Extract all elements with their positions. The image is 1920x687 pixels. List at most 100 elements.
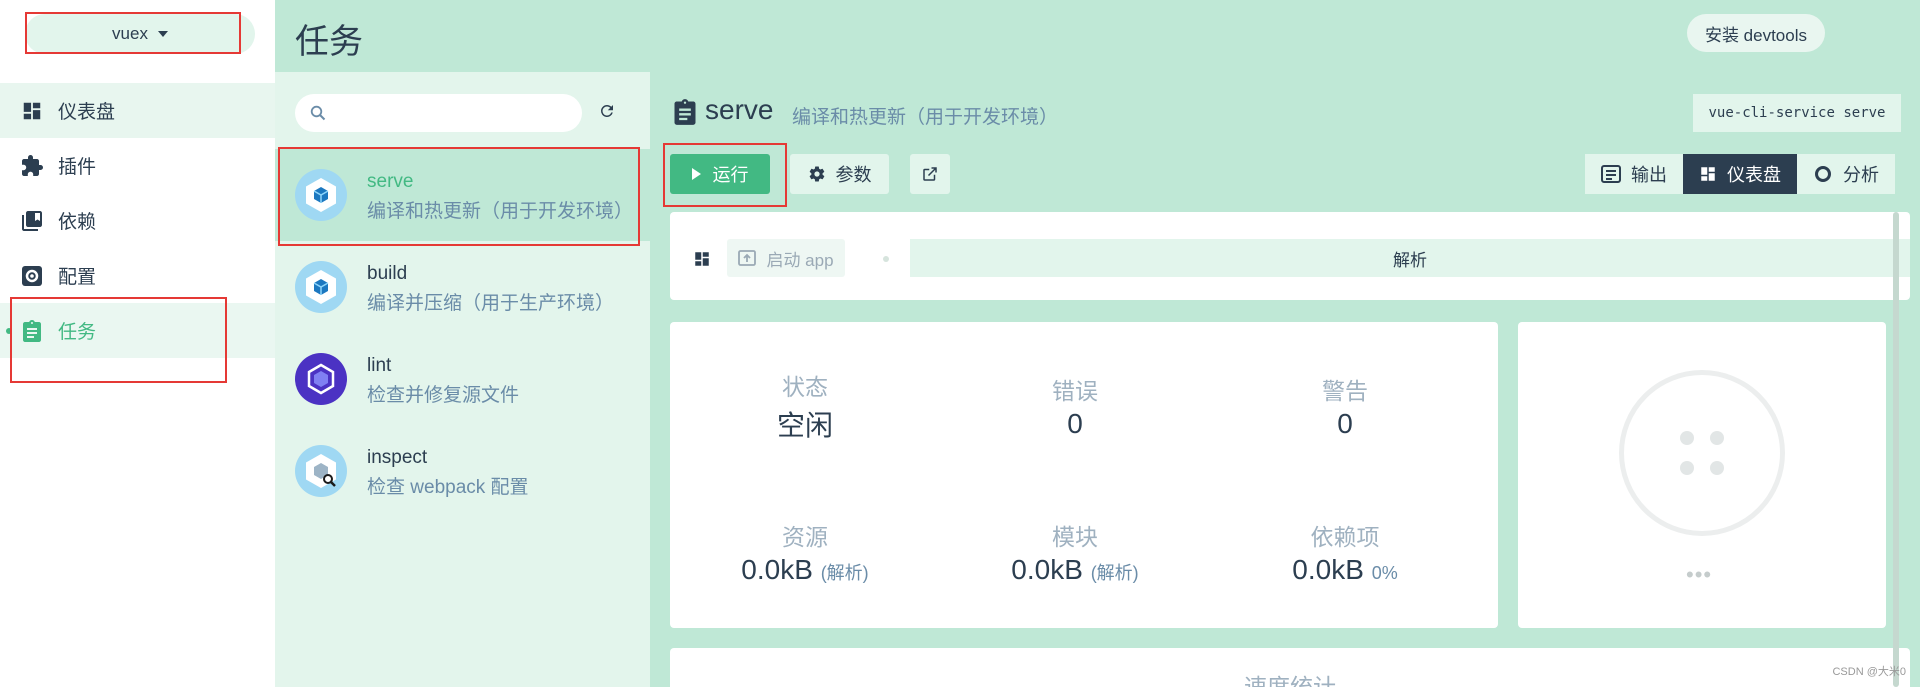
stat-value: 0.0kB (解析): [685, 554, 925, 586]
task-name: serve: [367, 171, 414, 192]
status-dot: [1680, 461, 1694, 475]
deps-percent: 0%: [1371, 563, 1398, 583]
nav-item-config[interactable]: 配置: [0, 248, 275, 303]
stat-errors: 错误 0: [955, 372, 1195, 440]
parameters-button[interactable]: 参数: [790, 154, 889, 194]
terminal-icon: [1601, 165, 1621, 183]
task-detail-panel: serve 编译和热更新（用于开发环境） vue-cli-service ser…: [650, 72, 1920, 687]
task-description: 检查并修复源文件: [367, 385, 520, 406]
stats-card: 状态 空闲 错误 0 警告 0 资源 0.0kB (解析) 模块 0.0kB (…: [670, 322, 1498, 628]
stat-label: 错误: [1052, 378, 1098, 404]
dashboard-icon: [20, 99, 44, 123]
webpack-logo-icon: [295, 261, 347, 313]
stat-assets: 资源 0.0kB (解析): [685, 518, 925, 586]
scrollbar[interactable]: [1893, 212, 1899, 687]
sidebar: vuex 仪表盘 插件 依赖 配置 任务: [0, 0, 275, 687]
start-app-label: 启动 app: [766, 250, 834, 270]
library-icon: [20, 209, 44, 233]
refresh-icon[interactable]: [598, 102, 616, 125]
tab-label: 仪表盘: [1727, 165, 1781, 185]
command-display: vue-cli-service serve: [1693, 94, 1901, 132]
separator-dot: [883, 256, 889, 262]
tab-analyzer[interactable]: 分析: [1797, 154, 1895, 194]
task-list-panel: serve 编译和热更新（用于开发环境） build 编译并压缩（用于生产环境）…: [275, 72, 650, 687]
task-item-lint[interactable]: lint 检查并修复源文件: [275, 333, 650, 425]
assets-size: 0.0kB: [741, 554, 813, 585]
puzzle-icon: [20, 154, 44, 178]
task-description: 编译并压缩（用于生产环境）: [367, 293, 615, 314]
task-item-build[interactable]: build 编译并压缩（用于生产环境）: [275, 241, 650, 333]
clipboard-icon: [20, 319, 44, 343]
assets-unit: (解析): [820, 563, 869, 583]
status-dot: [1710, 461, 1724, 475]
deps-size: 0.0kB: [1292, 554, 1364, 585]
dashboard-icon: [1699, 165, 1717, 183]
stat-label: 状态: [782, 374, 828, 400]
dashboard-toolbar-card: 启动 app 解析: [670, 212, 1910, 300]
tab-output[interactable]: 输出: [1585, 154, 1683, 194]
task-name: inspect: [367, 447, 428, 468]
webpack-logo-icon: [295, 169, 347, 221]
stat-label: 资源: [782, 524, 828, 550]
task-item-inspect[interactable]: inspect 检查 webpack 配置: [275, 425, 650, 517]
task-name: build: [367, 263, 408, 284]
task-name: lint: [367, 355, 392, 376]
gear-icon: [808, 165, 826, 183]
task-subtitle: 编译和热更新（用于开发环境）: [792, 107, 1059, 128]
nav-item-tasks[interactable]: 任务: [0, 303, 275, 358]
project-name: vuex: [112, 24, 148, 43]
stat-label: 模块: [1052, 524, 1098, 550]
page-title: 任务: [295, 23, 363, 61]
modules-size: 0.0kB: [1011, 554, 1083, 585]
install-devtools-button[interactable]: 安装 devtools: [1686, 14, 1825, 52]
top-header: 任务 安装 devtools: [275, 0, 1920, 72]
tab-dashboard[interactable]: 仪表盘: [1683, 154, 1797, 194]
speed-stats-title: 速度统计: [1244, 674, 1336, 687]
stat-label: 依赖项: [1310, 524, 1380, 550]
search-input[interactable]: [295, 94, 582, 132]
play-icon: [691, 168, 701, 180]
status-dot: [1680, 431, 1694, 445]
gear-icon: [20, 264, 44, 288]
nav-label: 插件: [58, 157, 97, 178]
tab-label: 输出: [1631, 165, 1667, 185]
nav-item-plugins[interactable]: 插件: [0, 138, 275, 193]
idle-status-icon: [1619, 370, 1785, 536]
run-button[interactable]: 运行: [670, 154, 770, 194]
nav-label: 仪表盘: [58, 102, 116, 123]
stat-warnings: 警告 0: [1225, 372, 1465, 440]
task-description: 编译和热更新（用于开发环境）: [367, 201, 634, 222]
stat-value: 0: [1067, 408, 1083, 439]
nav-item-dashboard[interactable]: 仪表盘: [0, 83, 275, 138]
eslint-logo-icon: [295, 353, 347, 405]
tab-label: 分析: [1843, 165, 1879, 185]
watermark: CSDN @大米0: [1832, 666, 1906, 678]
stat-label: 警告: [1322, 378, 1368, 404]
start-app-button[interactable]: 启动 app: [727, 239, 845, 277]
stat-value: 空闲: [776, 410, 833, 441]
project-selector[interactable]: vuex: [25, 14, 255, 54]
status-ellipsis: •••: [1686, 562, 1713, 587]
caret-down-icon: [157, 31, 168, 37]
status-dot: [1710, 431, 1724, 445]
open-in-new-button[interactable]: [910, 154, 950, 194]
dashboard-icon: [693, 250, 711, 273]
nav-label: 依赖: [58, 212, 97, 233]
webpack-inspect-icon: [295, 445, 347, 497]
view-tabs: 输出 仪表盘 分析: [1585, 154, 1895, 194]
modules-unit: (解析): [1090, 563, 1139, 583]
parameters-label: 参数: [835, 165, 872, 185]
donut-icon: [1813, 164, 1833, 184]
open-app-icon: [738, 250, 757, 266]
nav-label: 配置: [58, 267, 97, 288]
search-icon: [310, 105, 326, 126]
nav-item-dependencies[interactable]: 依赖: [0, 193, 275, 248]
nav-label: 任务: [58, 322, 97, 343]
stat-value: 0: [1337, 408, 1353, 439]
parse-mode-button[interactable]: 解析: [910, 239, 1910, 277]
stat-status: 状态 空闲: [685, 368, 925, 444]
task-item-serve[interactable]: serve 编译和热更新（用于开发环境）: [275, 149, 650, 241]
stat-value: 0.0kB 0%: [1225, 554, 1465, 586]
stat-value: 0.0kB (解析): [955, 554, 1195, 586]
active-indicator-dot: [6, 328, 12, 334]
